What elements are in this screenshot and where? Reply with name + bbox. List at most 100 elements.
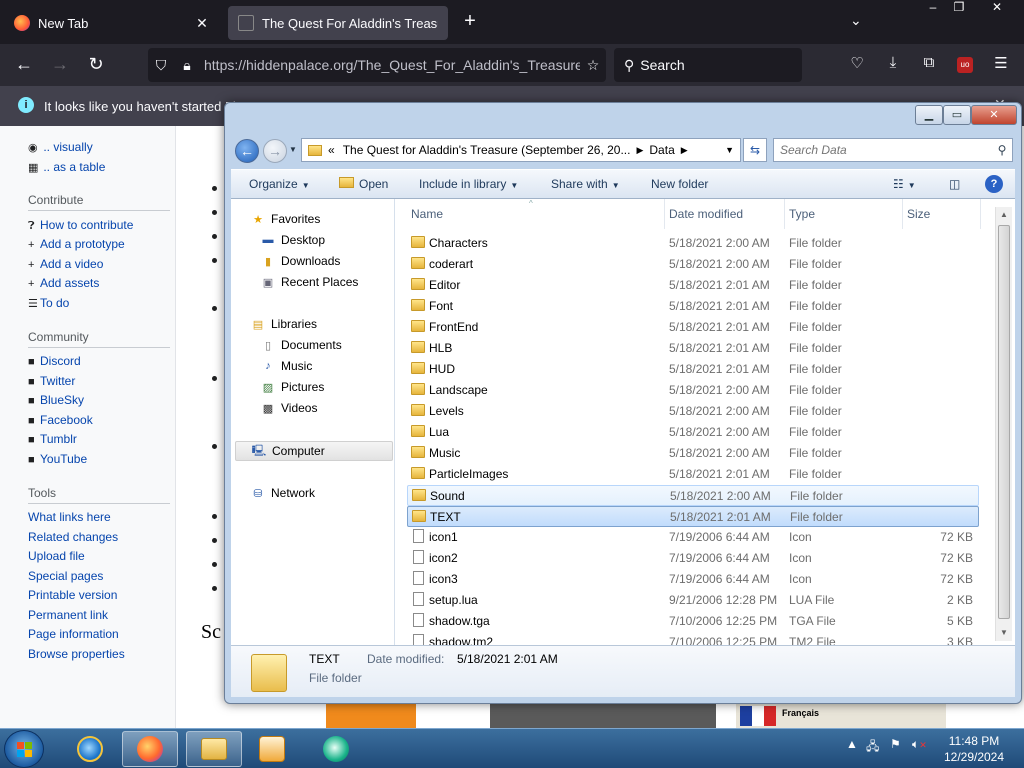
twitter-link[interactable]: ■ Twitter — [28, 374, 75, 388]
folder-row[interactable]: Sound 5/18/2021 2:00 AM File folder — [407, 485, 979, 506]
volume-muted-icon[interactable]: 🔈︎✕ — [912, 737, 927, 752]
special-pages-link[interactable]: Special pages — [28, 569, 103, 583]
nav-downloads[interactable]: ▮ Downloads — [259, 251, 417, 271]
help-icon[interactable]: ? — [985, 175, 1003, 193]
column-header-name[interactable]: Name ^ — [407, 199, 665, 229]
file-row[interactable]: icon1 7/19/2006 6:44 AM Icon 72 KB — [407, 527, 979, 548]
folder-row[interactable]: Font 5/18/2021 2:01 AM File folder — [407, 296, 979, 317]
youtube-link[interactable]: ■ YouTube — [28, 452, 87, 466]
related-changes-link[interactable]: Related changes — [28, 530, 118, 544]
bluesky-link[interactable]: ■ BlueSky — [28, 393, 84, 407]
taskbar-green-app[interactable] — [308, 731, 364, 767]
bookmark-star-icon[interactable]: ☆ — [580, 57, 606, 74]
permanent-link[interactable]: Permanent link — [28, 608, 108, 622]
file-row[interactable]: shadow.tga 7/10/2006 12:25 PM TGA File 5 KB — [407, 611, 979, 632]
add-prototype-link[interactable]: + Add a prototype — [28, 237, 125, 251]
nav-desktop[interactable]: ▬ Desktop — [259, 230, 417, 250]
new-tab-button[interactable]: + — [460, 10, 480, 33]
menu-icon[interactable]: ☰ — [990, 54, 1012, 76]
screenshot-thumbnail[interactable]: Français — [736, 704, 946, 728]
column-header-date-modified[interactable]: Date modified — [665, 199, 785, 229]
lock-icon[interactable]: 🔒︎ — [174, 57, 200, 74]
to-do-link[interactable]: ☰ To do — [28, 296, 69, 310]
forward-button[interactable]: → — [48, 54, 72, 75]
nav-pictures[interactable]: ▨ Pictures — [259, 377, 417, 397]
taskbar-media-player[interactable] — [244, 731, 300, 767]
folder-row[interactable]: HLB 5/18/2021 2:01 AM File folder — [407, 338, 979, 359]
change-view-icon[interactable]: ☷ ▼ — [893, 177, 916, 191]
maximize-button[interactable]: ❐ — [944, 0, 974, 18]
start-button[interactable] — [4, 730, 44, 768]
scroll-up-icon[interactable]: ▲ — [996, 207, 1012, 223]
open-button[interactable]: Open — [339, 177, 388, 191]
nav-network[interactable]: ⛁ Network — [249, 483, 407, 503]
close-tab-icon[interactable]: ✕ — [194, 15, 210, 32]
nav-videos[interactable]: ▩ Videos — [259, 398, 417, 418]
url-text[interactable]: https://hiddenpalace.org/The_Quest_For_A… — [200, 57, 580, 73]
taskbar-internet-explorer[interactable] — [62, 731, 118, 767]
file-row[interactable]: icon3 7/19/2006 6:44 AM Icon 72 KB — [407, 569, 979, 590]
back-button[interactable]: ← — [12, 54, 36, 75]
nav-recent-places[interactable]: ▣ Recent Places — [259, 272, 417, 292]
search-icon[interactable]: ⚲ — [992, 143, 1012, 157]
tab-quest-aladdin[interactable]: The Quest For Aladdin's Treasure — [228, 6, 448, 40]
folder-row[interactable]: Music 5/18/2021 2:00 AM File folder — [407, 443, 979, 464]
tab-new-tab[interactable]: New Tab ✕ — [4, 6, 220, 40]
explorer-close-button[interactable]: ✕ — [971, 105, 1017, 125]
pocket-icon[interactable]: ♡ — [846, 54, 868, 76]
network-tray-icon[interactable]: 🖧︎ — [866, 737, 879, 758]
folder-row[interactable]: Levels 5/18/2021 2:00 AM File folder — [407, 401, 979, 422]
breadcrumb-separator-icon[interactable]: ▶ — [681, 145, 688, 156]
preview-pane-icon[interactable]: ◫ — [949, 177, 960, 191]
search-bar[interactable]: ⚲ Search — [614, 48, 802, 82]
explorer-maximize-button[interactable]: ▭ — [943, 105, 971, 125]
scroll-down-icon[interactable]: ▼ — [996, 625, 1012, 641]
screenshot-thumbnail[interactable] — [326, 704, 416, 728]
page-information-link[interactable]: Page information — [28, 627, 119, 641]
ublock-icon[interactable]: uo — [954, 54, 976, 76]
folder-row[interactable]: HUD 5/18/2021 2:01 AM File folder — [407, 359, 979, 380]
explorer-forward-button[interactable]: → — [263, 139, 287, 163]
add-video-link[interactable]: + Add a video — [28, 257, 103, 271]
list-all-tabs-button[interactable]: ⌄ — [850, 12, 862, 29]
nav-libraries[interactable]: ▤ Libraries — [249, 314, 407, 334]
upload-file-link[interactable]: Upload file — [28, 549, 85, 563]
new-folder-button[interactable]: New folder — [651, 177, 708, 191]
browse-properties-link[interactable]: Browse properties — [28, 647, 125, 661]
address-bar[interactable]: ⛉ 🔒︎ https://hiddenpalace.org/The_Quest_… — [148, 48, 606, 82]
refresh-icon[interactable]: ⇆ — [743, 138, 767, 162]
taskbar-firefox[interactable] — [122, 731, 178, 767]
share-with-button[interactable]: Share with ▼ — [551, 177, 620, 191]
add-assets-link[interactable]: + Add assets — [28, 276, 99, 290]
search-box[interactable]: ⚲ — [773, 138, 1013, 162]
explorer-minimize-button[interactable]: ▁ — [915, 105, 943, 125]
breadcrumb-separator-icon[interactable]: ▶ — [636, 145, 643, 156]
address-dropdown-icon[interactable]: ▼ — [725, 145, 734, 155]
scrollbar-thumb[interactable] — [998, 225, 1010, 619]
column-header-size[interactable]: Size — [903, 199, 981, 229]
breadcrumb-overflow[interactable]: « — [328, 143, 335, 157]
folder-row[interactable]: Landscape 5/18/2021 2:00 AM File folder — [407, 380, 979, 401]
explorer-back-button[interactable]: ← — [235, 139, 259, 163]
what-links-here-link[interactable]: What links here — [28, 510, 111, 524]
system-clock[interactable]: 11:48 PM 12/29/2024 — [936, 733, 1012, 765]
column-header-type[interactable]: Type — [785, 199, 903, 229]
action-center-flag-icon[interactable]: ⚑ — [890, 737, 901, 751]
nav-documents[interactable]: ▯ Documents — [259, 335, 417, 355]
folder-row[interactable]: Lua 5/18/2021 2:00 AM File folder — [407, 422, 979, 443]
folder-row[interactable]: TEXT 5/18/2021 2:01 AM File folder — [407, 506, 979, 527]
file-row[interactable]: setup.lua 9/21/2006 12:28 PM LUA File 2 KB — [407, 590, 979, 611]
facebook-link[interactable]: ■ Facebook — [28, 413, 93, 427]
folder-row[interactable]: Editor 5/18/2021 2:01 AM File folder — [407, 275, 979, 296]
taskbar-windows-explorer[interactable] — [186, 731, 242, 767]
reload-button[interactable]: ↻ — [84, 54, 108, 75]
breadcrumb-current[interactable]: Data — [649, 143, 674, 157]
tumblr-link[interactable]: ■ Tumblr — [28, 432, 77, 446]
nav-computer[interactable]: 🖳︎ Computer — [235, 441, 393, 461]
nav-music[interactable]: ♪ Music — [259, 356, 417, 376]
close-window-button[interactable]: ✕ — [982, 0, 1012, 18]
search-data-input[interactable] — [774, 143, 992, 157]
folder-row[interactable]: coderart 5/18/2021 2:00 AM File folder — [407, 254, 979, 275]
organize-button[interactable]: Organize ▼ — [249, 177, 310, 191]
view-visually-link[interactable]: ◉ .. visually — [28, 140, 93, 154]
